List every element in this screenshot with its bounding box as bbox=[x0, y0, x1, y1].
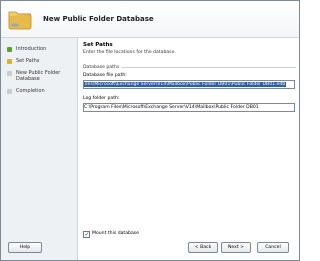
database-path-field[interactable]: iles\Microsoft\Exchange Server\V14\Mailb… bbox=[83, 80, 295, 89]
log-folder-label: Log folder path: bbox=[83, 96, 120, 101]
wizard-main-panel: Set Paths Enter the file locations for t… bbox=[78, 38, 299, 228]
step-complete-icon bbox=[7, 47, 12, 52]
group-divider bbox=[122, 67, 296, 68]
group-label: Database paths bbox=[83, 65, 120, 70]
wizard-footer: Help < Back Next > Cancel bbox=[1, 238, 299, 260]
log-folder-value: C:\Program Files\Microsoft\Exchange Serv… bbox=[84, 105, 259, 110]
section-title: Set Paths bbox=[83, 42, 113, 48]
wizard-title: New Public Folder Database bbox=[43, 15, 154, 23]
step-current-icon bbox=[7, 59, 12, 64]
mount-database-checkbox[interactable]: ✓ bbox=[83, 231, 90, 238]
step-pending-icon bbox=[7, 71, 12, 76]
mount-database-label: Mount this database bbox=[92, 231, 139, 236]
section-description: Enter the file locations for the databas… bbox=[83, 50, 176, 55]
step-label-line2: Database bbox=[16, 76, 40, 82]
database-path-label: Database file path: bbox=[83, 73, 127, 78]
database-folder-icon bbox=[8, 11, 32, 30]
step-pending-icon bbox=[7, 89, 12, 94]
database-path-value: iles\Microsoft\Exchange Server\V14\Mailb… bbox=[84, 82, 287, 87]
log-folder-field[interactable]: C:\Program Files\Microsoft\Exchange Serv… bbox=[83, 103, 295, 112]
next-button[interactable]: Next > bbox=[221, 242, 251, 253]
help-button[interactable]: Help bbox=[8, 242, 42, 253]
wizard-header: New Public Folder Database bbox=[1, 1, 299, 38]
wizard-steps-sidebar: Introduction Set Paths New Public Folder… bbox=[1, 38, 78, 260]
step-label: Set Paths bbox=[16, 58, 40, 64]
checkmark-icon: ✓ bbox=[84, 230, 90, 238]
step-label: Introduction bbox=[16, 46, 47, 52]
cancel-button[interactable]: Cancel bbox=[257, 242, 289, 253]
wizard-window: New Public Folder Database Introduction … bbox=[0, 0, 300, 261]
back-button[interactable]: < Back bbox=[188, 242, 218, 253]
step-label: Completion bbox=[16, 88, 45, 94]
